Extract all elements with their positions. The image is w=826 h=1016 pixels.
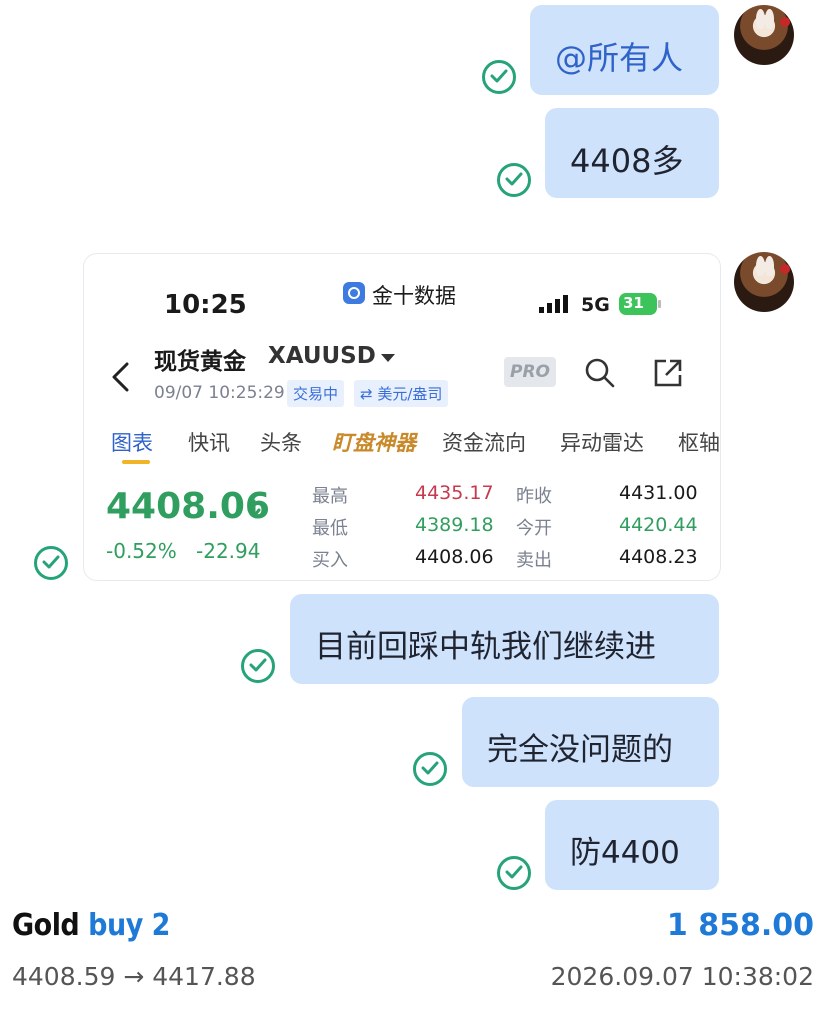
down-arrow-icon — [247, 499, 261, 523]
dropdown-icon[interactable] — [381, 354, 395, 362]
change-absolute: -22.94 — [196, 539, 261, 563]
message-bubble[interactable]: 防4400 — [545, 800, 719, 890]
read-check-icon — [34, 546, 68, 580]
trade-action: buy 2 — [88, 908, 170, 943]
trade-title: Gold buy 2 — [12, 908, 170, 943]
trading-status-badge: 交易中 — [287, 380, 345, 407]
trade-datetime: 2026.09.07 10:38:02 — [550, 962, 814, 991]
read-check-icon — [241, 649, 275, 683]
stat-low-label: 最低 — [312, 518, 348, 539]
stat-prev-close-value: 4431.00 — [619, 482, 698, 504]
trade-price-range: 4408.59 → 4417.88 — [12, 962, 256, 991]
signal-icon — [539, 295, 571, 313]
network-label: 5G — [581, 294, 610, 316]
tab-monitor[interactable]: 盯盘神器 — [332, 427, 416, 457]
stat-open-label: 今开 — [516, 518, 552, 539]
read-check-icon — [413, 752, 447, 786]
stat-ask-label: 卖出 — [516, 550, 552, 571]
tab-news-flash[interactable]: 快讯 — [188, 427, 230, 457]
stat-low-value: 4389.18 — [415, 514, 494, 536]
status-time: 10:25 — [164, 290, 247, 320]
stat-bid-label: 买入 — [312, 550, 348, 571]
share-icon[interactable] — [652, 357, 684, 393]
quote-screenshot[interactable]: 10:25 金十数据 5G 31 现货黄金 XAUUSD 09/07 10:25… — [83, 253, 721, 581]
quote-timestamp: 09/07 10:25:29 — [154, 383, 285, 403]
tab-headlines[interactable]: 头条 — [260, 427, 302, 457]
read-check-icon — [482, 60, 516, 94]
stat-high-value: 4435.17 — [415, 482, 494, 504]
message-bubble[interactable]: 完全没问题的 — [462, 697, 719, 787]
pro-badge[interactable]: PRO — [504, 357, 556, 387]
stat-prev-close-label: 昨收 — [516, 486, 552, 507]
message-text: 4408多 — [570, 142, 684, 180]
trade-asset: Gold — [12, 908, 80, 943]
stat-high-label: 最高 — [312, 486, 348, 507]
tab-radar[interactable]: 异动雷达 — [560, 427, 644, 457]
battery-icon: 31 — [619, 293, 657, 315]
message-bubble[interactable]: @所有人 — [530, 5, 719, 95]
message-text: @所有人 — [555, 39, 684, 77]
message-bubble[interactable]: 目前回踩中轨我们继续进 — [290, 594, 719, 684]
app-logo-icon — [343, 282, 365, 304]
change-percent: -0.52% — [106, 539, 177, 563]
tab-pivot[interactable]: 枢轴 — [678, 427, 720, 457]
avatar[interactable] — [734, 5, 794, 65]
tab-fund-flow[interactable]: 资金流向 — [442, 427, 526, 457]
stat-ask-value: 4408.23 — [619, 546, 698, 568]
message-bubble[interactable]: 4408多 — [545, 108, 719, 198]
instrument-code[interactable]: XAUUSD — [268, 343, 376, 369]
message-text: 完全没问题的 — [487, 732, 673, 768]
search-icon[interactable] — [584, 357, 616, 393]
avatar[interactable] — [734, 252, 794, 312]
trade-profit: 1 858.00 — [666, 908, 814, 943]
currency-tag: ⇄ 美元/盎司 — [354, 380, 449, 407]
instrument-name: 现货黄金 — [154, 349, 246, 375]
current-price: 4408.06 — [106, 486, 270, 527]
message-text: 目前回踩中轨我们继续进 — [315, 629, 656, 665]
tab-active-indicator — [122, 460, 150, 464]
stat-open-value: 4420.44 — [619, 514, 698, 536]
message-text: 防4400 — [570, 835, 680, 871]
read-check-icon — [497, 163, 531, 197]
read-check-icon — [497, 856, 531, 890]
back-arrow-icon[interactable] — [109, 360, 131, 398]
tab-chart[interactable]: 图表 — [111, 427, 153, 457]
battery-level: 31 — [623, 294, 644, 312]
stat-bid-value: 4408.06 — [415, 546, 494, 568]
app-name: 金十数据 — [372, 284, 456, 308]
